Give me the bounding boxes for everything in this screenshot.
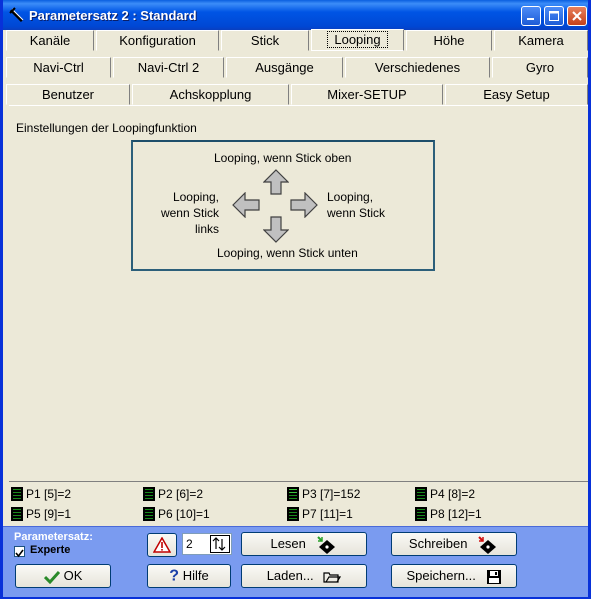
write-to-device-icon [478, 535, 497, 554]
close-icon [572, 11, 582, 21]
paramset-label: Parametersatz: [14, 531, 93, 543]
level-bar-icon [143, 507, 155, 521]
looping-heading: Einstellungen der Loopingfunktion [16, 121, 197, 135]
expert-checkbox[interactable] [14, 546, 25, 558]
minimize-icon [527, 18, 534, 20]
help-icon: ? [169, 567, 180, 585]
looping-left-line-1: Looping, [172, 190, 219, 204]
read-button-label: Lesen [270, 536, 306, 551]
arrow-down-icon [263, 216, 289, 243]
help-button-label: Hilfe [182, 568, 209, 583]
paramset-spinner[interactable]: 2 [182, 533, 232, 555]
checkmark-icon [15, 549, 24, 558]
save-button-label: Speichern... [406, 568, 476, 583]
parameter-window: Parametersatz 2 : Standard Kanäle Konfig… [0, 0, 591, 599]
open-folder-icon [323, 571, 342, 583]
tab-achskopplung[interactable]: Achskopplung [132, 84, 289, 105]
tab-label: Navi-Ctrl [33, 60, 84, 75]
maximize-button[interactable] [544, 6, 564, 26]
app-icon [9, 7, 24, 23]
tab-label: Gyro [525, 60, 555, 75]
paramset-value: 2 [186, 537, 193, 551]
warning-icon [152, 536, 172, 553]
looping-left-label: Looping, wenn Stick links [139, 189, 219, 237]
save-button[interactable]: Speichern... [391, 564, 517, 588]
looping-up-label: Looping, wenn Stick oben [214, 151, 352, 165]
tab-looping[interactable]: Looping [311, 29, 404, 51]
looping-right-line-2: wenn Stick [327, 206, 386, 220]
tab-mixer-setup[interactable]: Mixer-SETUP [291, 84, 443, 105]
tab-label: Mixer-SETUP [327, 87, 407, 102]
tab-easy-setup[interactable]: Easy Setup [445, 84, 588, 105]
title-bar[interactable]: Parametersatz 2 : Standard [3, 0, 588, 30]
tab-navi-ctrl-2[interactable]: Navi-Ctrl 2 [113, 57, 224, 78]
level-bar-icon [287, 507, 299, 521]
level-bar-icon [415, 507, 427, 521]
level-bar-icon [415, 487, 427, 501]
maximize-icon [549, 11, 559, 21]
tab-stick[interactable]: Stick [221, 30, 309, 51]
minimize-button[interactable] [521, 6, 541, 26]
read-button[interactable]: Lesen [241, 532, 367, 556]
level-bar-icon [11, 487, 23, 501]
tab-label: Konfiguration [119, 33, 196, 48]
tab-label: Easy Setup [483, 87, 550, 102]
help-button[interactable]: ? Hilfe [147, 564, 231, 588]
read-from-device-icon [316, 535, 335, 554]
tab-konfiguration[interactable]: Konfiguration [96, 30, 219, 51]
looping-right-label: Looping, wenn Stick [327, 189, 385, 221]
close-button[interactable] [567, 6, 587, 26]
spin-up-down-icon [212, 537, 226, 551]
tab-kanaele[interactable]: Kanäle [6, 30, 94, 51]
tab-label: Ausgänge [255, 60, 314, 75]
tab-label: Höhe [433, 33, 465, 48]
looping-right-line-1: Looping, [327, 190, 374, 204]
arrow-left-icon [232, 192, 260, 218]
channel-status-bar: P1 [5]=2 P2 [6]=2 P3 [7]=152 P4 [8]=2 P5… [9, 481, 588, 528]
looping-panel: Looping, wenn Stick oben Looping, wenn S… [131, 140, 435, 271]
ok-button-label: OK [63, 568, 83, 583]
tab-label: Benutzer [41, 87, 95, 102]
tab-hoehe[interactable]: Höhe [406, 30, 492, 51]
tab-label: Navi-Ctrl 2 [137, 60, 200, 75]
tab-ausgaenge[interactable]: Ausgänge [226, 57, 343, 78]
ok-button[interactable]: OK [15, 564, 111, 588]
spin-button[interactable] [210, 535, 230, 553]
level-bar-icon [143, 487, 155, 501]
tab-label: Verschiedenes [374, 60, 461, 75]
check-icon [43, 570, 60, 584]
level-bar-icon [287, 487, 299, 501]
level-bar-icon [11, 507, 23, 521]
looping-left-line-3: links [194, 222, 219, 236]
looping-down-label: Looping, wenn Stick unten [217, 246, 358, 260]
tab-label: Stick [250, 33, 280, 48]
tab-verschiedenes[interactable]: Verschiedenes [345, 57, 490, 78]
arrow-up-icon [263, 169, 289, 195]
tab-gyro[interactable]: Gyro [492, 57, 588, 78]
tab-kamera[interactable]: Kamera [494, 30, 588, 51]
expert-label: Experte [30, 544, 71, 556]
floppy-disk-icon [486, 569, 501, 584]
write-button[interactable]: Schreiben [391, 532, 517, 556]
arrow-right-icon [290, 192, 318, 218]
looping-left-line-2: wenn Stick [160, 206, 219, 220]
tab-panel-edge [9, 105, 588, 106]
write-button-label: Schreiben [408, 536, 468, 551]
load-button-label: Laden... [266, 568, 314, 583]
tab-benutzer[interactable]: Benutzer [6, 84, 130, 105]
window-title: Parametersatz 2 : Standard [29, 8, 197, 23]
tab-label: Achskopplung [169, 87, 252, 102]
warning-button[interactable] [147, 533, 177, 557]
tab-navi-ctrl[interactable]: Navi-Ctrl [6, 57, 111, 78]
load-button[interactable]: Laden... [241, 564, 367, 588]
tab-label: Looping [327, 31, 388, 48]
tab-label: Kanäle [29, 33, 71, 48]
tab-label: Kamera [518, 33, 564, 48]
